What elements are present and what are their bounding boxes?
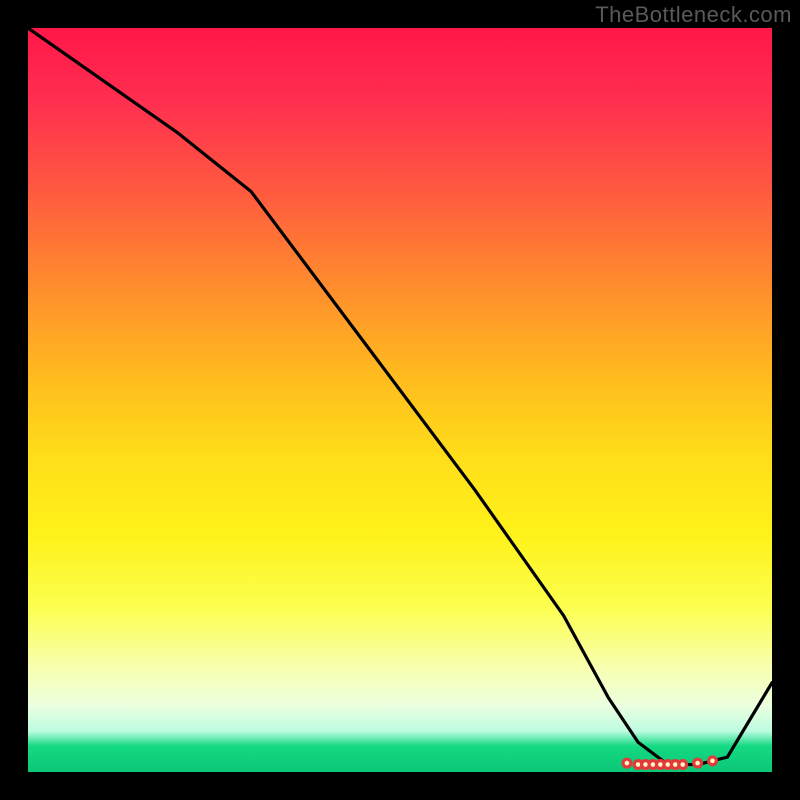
marker-dot-inner	[658, 762, 663, 767]
marker-dot-inner	[710, 759, 715, 764]
chart-container: TheBottleneck.com	[0, 0, 800, 800]
marker-dot-inner	[680, 762, 685, 767]
marker-dot-inner	[636, 762, 641, 767]
watermark-text: TheBottleneck.com	[595, 2, 792, 28]
marker-dot-inner	[643, 762, 648, 767]
marker-dot-inner	[666, 762, 671, 767]
marker-dot-inner	[625, 761, 630, 766]
chart-line	[28, 28, 772, 765]
chart-overlay	[28, 28, 772, 772]
marker-dot-inner	[673, 762, 678, 767]
marker-dot-inner	[651, 762, 656, 767]
marker-dot-inner	[695, 761, 700, 766]
chart-line-group	[28, 28, 772, 765]
